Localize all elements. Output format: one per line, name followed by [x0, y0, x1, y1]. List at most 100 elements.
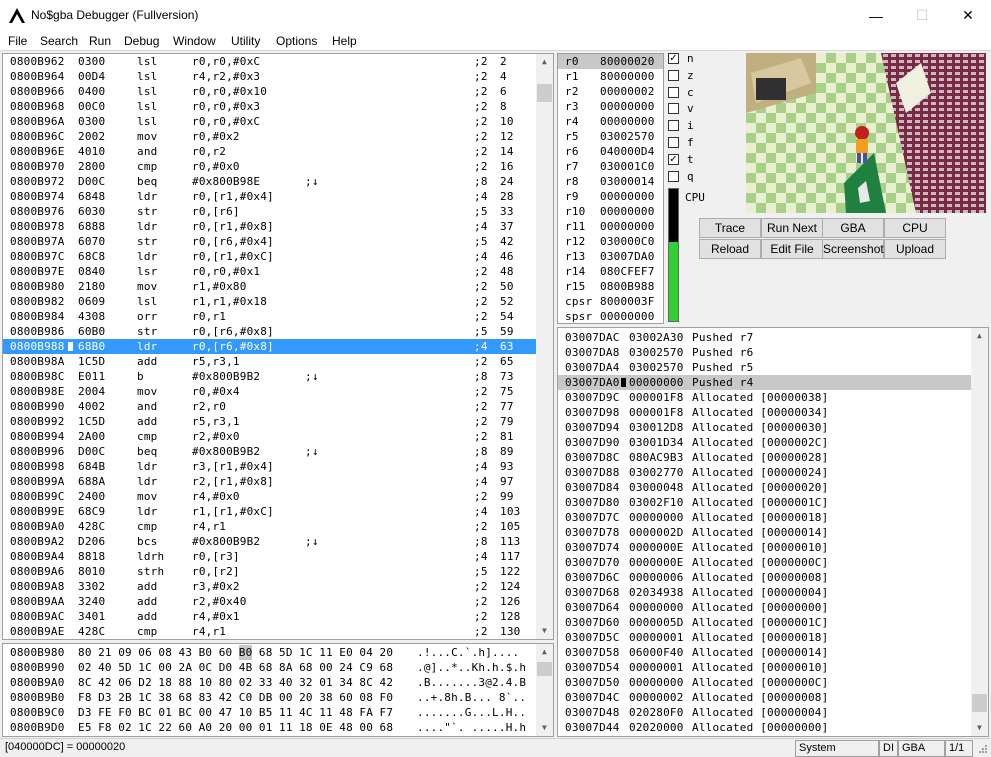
disasm-row[interactable]: 0800B97C 68C8 ldr r0,[r1,#0xC] ;4 46: [3, 249, 536, 264]
stack-row[interactable]: 03007D7C 00000000 Allocated [00000018]: [558, 510, 971, 525]
upload-button[interactable]: Upload: [884, 239, 946, 259]
disasm-row[interactable]: 0800B992 1C5D add r5,r3,1 ;2 79: [3, 414, 536, 429]
disasm-row[interactable]: 0800B962 0300 lsl r0,r0,#0xC ;2 2: [3, 54, 536, 69]
disasm-row[interactable]: 0800B9A6 8010 strh r0,[r2] ;5 122: [3, 564, 536, 579]
register-row[interactable]: r4 00000000: [558, 114, 663, 129]
disasm-row[interactable]: 0800B99E 68C9 ldr r1,[r1,#0xC] ;4 103: [3, 504, 536, 519]
disasm-row[interactable]: 0800B96E 4010 and r0,r2 ;2 14: [3, 144, 536, 159]
stack-row[interactable]: 03007DA0 00000000 Pushed r4: [558, 375, 971, 390]
hex-row[interactable]: 0800B9D0 E5 F8 02 1C 22 60 A0 20 00 01 11 18 0E 48 00 68…: [3, 720, 536, 735]
maximize-button[interactable]: ☐: [899, 0, 945, 31]
scroll-thumb[interactable]: [537, 662, 552, 676]
disasm-row[interactable]: 0800B9A0 428C cmp r4,r1 ;2 105: [3, 519, 536, 534]
register-row[interactable]: r13 03007DA0: [558, 249, 663, 264]
stack-row[interactable]: 03007D80 03002F10 Allocated [0000001C]: [558, 495, 971, 510]
menu-search[interactable]: Search: [40, 34, 78, 48]
stack-row[interactable]: 03007D54 00000001 Allocated [00000010]: [558, 660, 971, 675]
stack-row[interactable]: 03007D88 03002770 Allocated [00000024]: [558, 465, 971, 480]
disasm-row[interactable]: 0800B976 6030 str r0,[r6] ;5 33: [3, 204, 536, 219]
disasm-row[interactable]: 0800B996 D00C beq #0x800B9B2 ;↓ ;8 89: [3, 444, 536, 459]
register-row[interactable]: r5 03002570: [558, 129, 663, 144]
cpu-specs-button[interactable]: CPU Specs: [884, 218, 946, 253]
disasm-row[interactable]: 0800B984 4308 orr r0,r1 ;2 54: [3, 309, 536, 324]
scroll-up-arrow-icon[interactable]: ▲: [536, 644, 553, 660]
flag-checkbox-t[interactable]: ✓: [668, 153, 679, 165]
minimize-button[interactable]: —: [853, 0, 899, 31]
scroll-down-arrow-icon[interactable]: ▼: [536, 623, 553, 639]
hex-row[interactable]: 0800B990 02 40 5D 1C 00 2A 0C D0 4B 68 8A 68 00 24 C9 68…: [3, 660, 536, 675]
disasm-row[interactable]: 0800B98C E011 b #0x800B9B2 ;↓ ;8 73: [3, 369, 536, 384]
stack-row[interactable]: 03007D5C 00000001 Allocated [00000018]: [558, 630, 971, 645]
disasm-row[interactable]: 0800B986 60B0 str r0,[r6,#0x8] ;5 59: [3, 324, 536, 339]
register-row[interactable]: r0 80000020: [558, 54, 663, 69]
menu-options[interactable]: Options: [276, 34, 317, 48]
trace-button[interactable]: Trace: [699, 218, 761, 238]
register-row[interactable]: r11 00000000: [558, 219, 663, 234]
register-pane[interactable]: r0 80000020 r1 80000000 r2 00000002 r3 00000000…: [557, 53, 664, 324]
stack-row[interactable]: 03007D6C 00000006 Allocated [00000008]: [558, 570, 971, 585]
stack-row[interactable]: 03007D8C 080AC9B3 Allocated [00000028]: [558, 450, 971, 465]
stack-scrollbar[interactable]: ▲ ▼: [971, 328, 988, 736]
register-row[interactable]: r14 080CFEF7: [558, 264, 663, 279]
register-row[interactable]: r2 00000002: [558, 84, 663, 99]
stack-row[interactable]: 03007DAC 03002A30 Pushed r7: [558, 330, 971, 345]
flag-checkbox-q[interactable]: [668, 170, 679, 182]
stack-row[interactable]: 03007D74 0000000E Allocated [00000010]: [558, 540, 971, 555]
stack-row[interactable]: 03007D9C 000001F8 Allocated [00000038]: [558, 390, 971, 405]
stack-row[interactable]: 03007D64 00000000 Allocated [00000000]: [558, 600, 971, 615]
register-row[interactable]: r15 0800B988: [558, 279, 663, 294]
hex-scrollbar[interactable]: ▲ ▼: [536, 644, 553, 736]
stack-row[interactable]: 03007D94 030012D8 Allocated [00000030]: [558, 420, 971, 435]
disasm-row[interactable]: 0800B998 684B ldr r3,[r1,#0x4] ;4 93: [3, 459, 536, 474]
menu-run[interactable]: Run: [89, 34, 111, 48]
menu-debug[interactable]: Debug: [124, 34, 159, 48]
disasm-row[interactable]: 0800B990 4002 and r2,r0 ;2 77: [3, 399, 536, 414]
disasm-row[interactable]: 0800B9AA 3240 add r2,#0x40 ;2 126: [3, 594, 536, 609]
register-row[interactable]: r3 00000000: [558, 99, 663, 114]
run-next-button[interactable]: Run Next: [761, 218, 823, 238]
stack-row[interactable]: 03007D90 03001D34 Allocated [0000002C]: [558, 435, 971, 450]
disasm-row[interactable]: 0800B98A 1C5D add r5,r3,1 ;2 65: [3, 354, 536, 369]
disasm-row[interactable]: 0800B99C 2400 mov r4,#0x0 ;2 99: [3, 489, 536, 504]
stack-row[interactable]: 03007D48 020280F0 Allocated [00000004]: [558, 705, 971, 720]
stack-row[interactable]: 03007D60 0000005D Allocated [0000001C]: [558, 615, 971, 630]
menu-utility[interactable]: Utility: [231, 34, 260, 48]
stack-row[interactable]: 03007D70 0000000E Allocated [0000000C]: [558, 555, 971, 570]
register-row[interactable]: r6 040000D4: [558, 144, 663, 159]
stack-pane[interactable]: 03007DAC 03002A30 Pushed r7 03007DA8 0300257…: [557, 327, 989, 737]
screenshot-button[interactable]: Screenshot: [822, 239, 884, 259]
disasm-row[interactable]: 0800B9AE 428C cmp r4,r1 ;2 130: [3, 624, 536, 639]
disasm-row[interactable]: 0800B970 2800 cmp r0,#0x0 ;2 16: [3, 159, 536, 174]
disasm-row[interactable]: 0800B978 6888 ldr r0,[r1,#0x8] ;4 37: [3, 219, 536, 234]
disasm-row[interactable]: 0800B96C 2002 mov r0,#0x2 ;2 12: [3, 129, 536, 144]
flag-checkbox-i[interactable]: [668, 120, 679, 132]
disasm-row[interactable]: 0800B96A 0300 lsl r0,r0,#0xC ;2 10: [3, 114, 536, 129]
scroll-up-arrow-icon[interactable]: ▲: [971, 328, 988, 344]
register-row[interactable]: r9 00000000: [558, 189, 663, 204]
scroll-down-arrow-icon[interactable]: ▼: [536, 720, 553, 736]
scroll-thumb[interactable]: [537, 84, 552, 102]
register-row[interactable]: r1 80000000: [558, 69, 663, 84]
disasm-row[interactable]: 0800B9A8 3302 add r3,#0x2 ;2 124: [3, 579, 536, 594]
reload-button[interactable]: Reload: [699, 239, 761, 259]
disasm-row[interactable]: 0800B964 00D4 lsl r4,r2,#0x3 ;2 4: [3, 69, 536, 84]
stack-row[interactable]: 03007DA8 03002570 Pushed r6: [558, 345, 971, 360]
menu-window[interactable]: Window: [173, 34, 216, 48]
disasm-row[interactable]: 0800B9AC 3401 add r4,#0x1 ;2 128: [3, 609, 536, 624]
stack-row[interactable]: 03007D44 02020000 Allocated [00000000]: [558, 720, 971, 735]
disasm-row[interactable]: 0800B966 0400 lsl r0,r0,#0x10 ;2 6: [3, 84, 536, 99]
disasm-row[interactable]: 0800B9A4 8818 ldrh r0,[r3] ;4 117: [3, 549, 536, 564]
stack-row[interactable]: 03007D4C 00000002 Allocated [00000008]: [558, 690, 971, 705]
disasm-scrollbar[interactable]: ▲ ▼: [536, 54, 553, 639]
flag-checkbox-f[interactable]: [668, 137, 679, 148]
disasm-row[interactable]: 0800B9A2 D206 bcs #0x800B9B2 ;↓ ;8 113: [3, 534, 536, 549]
scroll-up-arrow-icon[interactable]: ▲: [536, 54, 553, 70]
hex-row[interactable]: 0800B9C0 D3 FE F0 BC 01 BC 00 47 10 B5 11 4C 11 48 FA F7…: [3, 705, 536, 720]
hex-row[interactable]: 0800B980 80 21 09 06 08 43 B0 60 B0 68 5D 1C 11 E0 04 20…: [3, 645, 536, 660]
register-row[interactable]: r7 030001C0: [558, 159, 663, 174]
hex-dump-pane[interactable]: 0800B980 80 21 09 06 08 43 B0 60 B0 68 5D 1C 11 E0 04 20…: [2, 643, 554, 737]
disasm-row[interactable]: 0800B98E 2004 mov r0,#0x4 ;2 75: [3, 384, 536, 399]
stack-row[interactable]: 03007D58 06000F40 Allocated [00000014]: [558, 645, 971, 660]
menu-help[interactable]: Help: [332, 34, 357, 48]
scroll-thumb[interactable]: [972, 694, 987, 712]
